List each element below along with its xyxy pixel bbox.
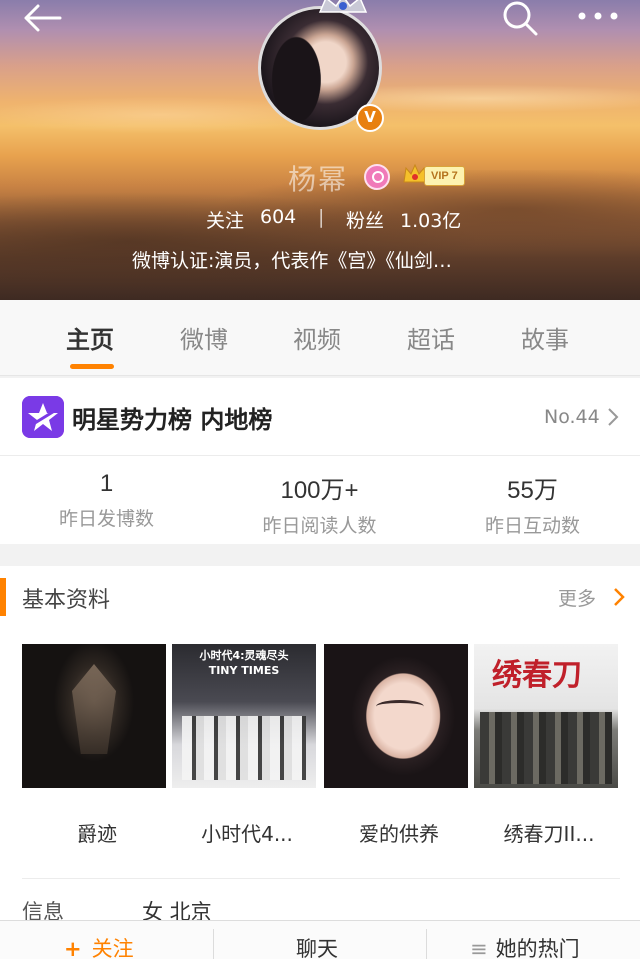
profile-tabs: 主页 微博 视频 超话 故事 [0,300,640,376]
more-icon[interactable] [574,6,622,26]
section-title: 基本资料 [22,588,111,613]
crown-decoration-icon [318,0,368,13]
poster-title-cn: 小时代4:灵魂尽头 [199,649,289,662]
profile-header: V 杨幂 VIP 7 关注 604 | 粉丝 1.03亿 微博认证:演员，代表作… [0,0,640,300]
bottom-action-bar: + 关注 聊天 ≡ 她的热门 [0,920,640,959]
work-item[interactable]: 爵迹 [22,644,166,846]
follow-stats: 关注 604 | 粉丝 1.03亿 [0,206,640,236]
stat-readers-label: 昨日阅读人数 [262,515,377,537]
poster-caption: 小时代4:灵魂尽头 TINY TIMES [172,648,316,678]
section-accent-bar [0,578,6,616]
user-name: 杨幂 [288,163,349,196]
name-row: 杨幂 VIP 7 [0,158,640,198]
stat-readers: 100万+ 昨日阅读人数 [213,470,426,538]
tab-super-topic[interactable]: 超话 [407,320,455,355]
star-ranking-card[interactable]: 明星势力榜 内地榜 No.44 1 昨日发博数 100万+ 昨日阅读人数 55万… [0,378,640,544]
divider [22,878,620,879]
work-item[interactable]: 爱的供养 [324,644,468,846]
stat-posts-value: 1 [99,470,114,497]
fan-search-icon[interactable] [364,164,390,190]
tab-video[interactable]: 视频 [293,320,341,355]
basic-info-card: 基本资料 更多 爵迹 小时代4:灵魂尽头 TINY TIMES 小时代4... … [0,566,640,959]
chevron-right-icon[interactable] [612,586,626,608]
ranking-number: No.44 [544,406,600,428]
follow-button[interactable]: + 关注 [64,933,134,959]
stat-posts: 1 昨日发博数 [0,470,213,531]
star-ranking-icon [22,396,64,438]
her-hot-label: 她的热门 [495,937,580,959]
chat-button[interactable]: 聊天 [296,933,338,959]
fans-label[interactable]: 粉丝 [346,206,384,233]
ranking-header[interactable]: 明星势力榜 内地榜 No.44 [0,378,640,456]
vip-badge[interactable]: VIP 7 [424,166,465,186]
follow-label[interactable]: 关注 [206,206,244,233]
verification-text[interactable]: 微博认证:演员，代表作《宫》《仙剑… [132,246,512,276]
tab-story[interactable]: 故事 [521,320,569,355]
follow-count[interactable]: 604 [260,206,296,228]
poster-cast [480,712,612,784]
plus-icon: + [64,937,82,959]
poster-title: 绣春刀 [492,658,582,693]
stat-interactions-value: 55万 [507,477,558,504]
work-title[interactable]: 爵迹 [22,818,172,847]
stat-interactions-label: 昨日互动数 [484,515,580,537]
tab-weibo[interactable]: 微博 [180,320,228,355]
work-poster[interactable]: 绣春刀 [474,644,618,788]
work-poster[interactable]: 小时代4:灵魂尽头 TINY TIMES [172,644,316,788]
work-poster[interactable] [324,644,468,788]
work-poster[interactable] [22,644,166,788]
list-icon: ≡ [470,937,488,959]
back-arrow-icon[interactable] [20,2,64,34]
work-title[interactable]: 小时代4... [172,818,322,847]
her-hot-button[interactable]: ≡ 她的热门 [470,933,580,959]
stat-readers-value: 100万+ [280,477,359,504]
divider [213,929,214,959]
work-title[interactable]: 绣春刀II... [474,818,624,847]
more-link[interactable]: 更多 [558,584,596,611]
active-tab-indicator [70,364,114,369]
work-item[interactable]: 小时代4:灵魂尽头 TINY TIMES 小时代4... [172,644,316,846]
poster-title-en: TINY TIMES [208,664,280,677]
divider [426,929,427,959]
poster-cast [182,716,306,780]
follow-button-label: 关注 [91,937,134,959]
chevron-right-icon [608,408,619,426]
stat-posts-label: 昨日发博数 [58,508,154,530]
stat-divider: | [318,206,325,228]
fans-count[interactable]: 1.03亿 [400,206,461,233]
ranking-title: 明星势力榜 内地榜 [72,406,273,434]
search-icon[interactable] [500,0,540,36]
verified-badge-icon: V [356,104,384,132]
work-title[interactable]: 爱的供养 [324,818,474,847]
works-list: 爵迹 小时代4:灵魂尽头 TINY TIMES 小时代4... 爱的供养 绣春刀… [0,644,640,874]
stat-interactions: 55万 昨日互动数 [426,470,639,538]
work-item[interactable]: 绣春刀 绣春刀II... [474,644,618,846]
tab-home[interactable]: 主页 [66,320,114,355]
